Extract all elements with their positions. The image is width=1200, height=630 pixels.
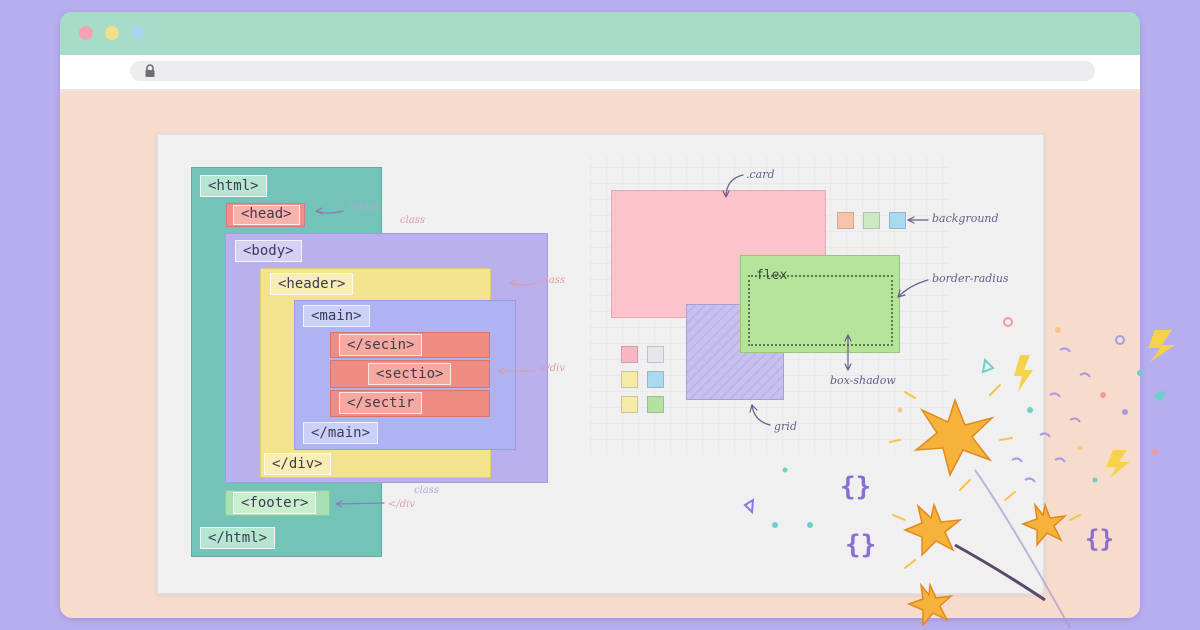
sparkler-decoration: {} {} {} [743, 317, 1175, 629]
lightning-icon [1014, 330, 1175, 478]
curly-brace-icon: {} {} {} [840, 472, 1114, 560]
svg-text:{}: {} [840, 472, 871, 502]
sparkler-wand [954, 543, 1046, 602]
spark-streaks [889, 384, 1081, 569]
svg-text:{}: {} [845, 530, 876, 560]
svg-text:{}: {} [1085, 525, 1114, 553]
